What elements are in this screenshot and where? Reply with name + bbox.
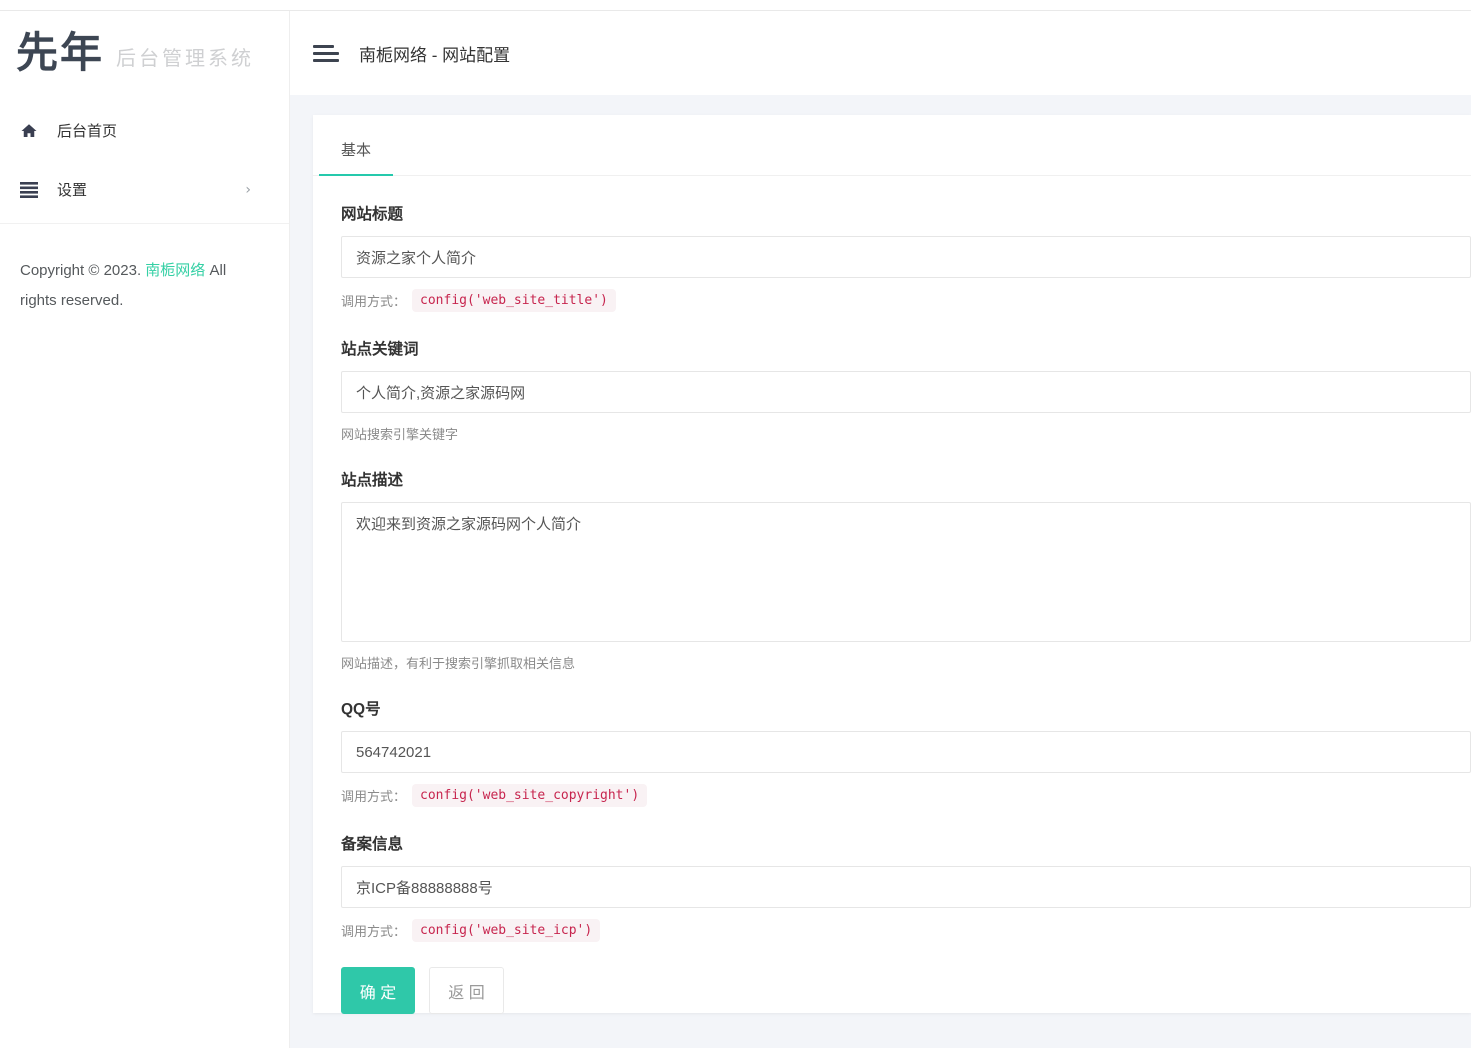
site-description-textarea[interactable]: 欢迎来到资源之家源码网个人简介 xyxy=(341,502,1471,642)
list-icon xyxy=(20,181,38,199)
field-help: 网站搜索引擎关键字 xyxy=(341,424,1471,443)
sidebar-item-label: 后台首页 xyxy=(57,120,117,141)
home-icon xyxy=(20,122,38,140)
back-button[interactable]: 返 回 xyxy=(429,967,504,1014)
sidebar-item-settings[interactable]: 设置 › xyxy=(0,160,289,219)
field-site-title: 网站标题 调用方式： config('web_site_title') xyxy=(341,202,1471,312)
field-label: QQ号 xyxy=(341,697,1471,719)
site-title-input[interactable] xyxy=(341,236,1471,278)
field-icp-info: 备案信息 调用方式： config('web_site_icp') xyxy=(341,832,1471,942)
help-text: 网站描述，有利于搜索引擎抓取相关信息 xyxy=(341,653,575,672)
field-help: 调用方式： config('web_site_copyright') xyxy=(341,784,1471,807)
field-help: 调用方式： config('web_site_title') xyxy=(341,289,1471,312)
main-header: 南栀网络 - 网站配置 xyxy=(290,11,1471,95)
site-keywords-input[interactable] xyxy=(341,371,1471,413)
field-label: 备案信息 xyxy=(341,832,1471,854)
help-code: config('web_site_title') xyxy=(412,289,616,312)
content-background: 基本 网站标题 调用方式： config('web_site_title') xyxy=(290,95,1471,1048)
copyright-prefix: Copyright © 2023. xyxy=(20,262,145,279)
sidebar-menu: 后台首页 设置 › xyxy=(0,95,289,219)
field-label: 站点描述 xyxy=(341,468,1471,490)
top-strip xyxy=(0,0,1471,11)
copyright-text: Copyright © 2023. 南栀网络 All rights reserv… xyxy=(0,224,289,316)
field-qq-number: QQ号 调用方式： config('web_site_copyright') xyxy=(341,697,1471,807)
field-site-keywords: 站点关键词 网站搜索引擎关键字 xyxy=(341,337,1471,443)
hamburger-icon[interactable] xyxy=(313,45,339,62)
help-prefix: 调用方式： xyxy=(341,921,406,940)
help-prefix: 调用方式： xyxy=(341,786,406,805)
qq-number-input[interactable] xyxy=(341,731,1471,773)
sidebar: 先年 后台管理系统 后台首页 设置 › Copyright © 2 xyxy=(0,11,290,1048)
tab-bar: 基本 xyxy=(313,115,1471,176)
icp-info-input[interactable] xyxy=(341,866,1471,908)
sidebar-item-label: 设置 xyxy=(57,179,87,200)
main-area: 南栀网络 - 网站配置 基本 网站标题 调用方式： config('web_si… xyxy=(290,11,1471,1048)
site-config-form: 网站标题 调用方式： config('web_site_title') 站点关键… xyxy=(313,176,1471,1014)
field-label: 网站标题 xyxy=(341,202,1471,224)
copyright-link[interactable]: 南栀网络 xyxy=(145,262,205,279)
confirm-button[interactable]: 确 定 xyxy=(341,967,415,1014)
field-label: 站点关键词 xyxy=(341,337,1471,359)
help-code: config('web_site_copyright') xyxy=(412,784,647,807)
page-layout: 先年 后台管理系统 后台首页 设置 › Copyright © 2 xyxy=(0,11,1471,1048)
button-row: 确 定 返 回 xyxy=(341,967,1471,1014)
page-title: 南栀网络 - 网站配置 xyxy=(359,41,510,66)
help-text: 网站搜索引擎关键字 xyxy=(341,424,458,443)
logo: 先年 后台管理系统 xyxy=(0,11,289,95)
field-site-description: 站点描述 欢迎来到资源之家源码网个人简介 网站描述，有利于搜索引擎抓取相关信息 xyxy=(341,468,1471,672)
settings-card: 基本 网站标题 调用方式： config('web_site_title') xyxy=(313,115,1471,1013)
tab-basic[interactable]: 基本 xyxy=(319,115,393,175)
field-help: 调用方式： config('web_site_icp') xyxy=(341,919,1471,942)
field-help: 网站描述，有利于搜索引擎抓取相关信息 xyxy=(341,653,1471,672)
logo-mark: 先年 xyxy=(16,32,104,74)
chevron-right-icon: › xyxy=(245,182,251,198)
help-prefix: 调用方式： xyxy=(341,291,406,310)
sidebar-item-dashboard[interactable]: 后台首页 xyxy=(0,101,289,160)
help-code: config('web_site_icp') xyxy=(412,919,600,942)
logo-subtitle: 后台管理系统 xyxy=(116,36,254,71)
